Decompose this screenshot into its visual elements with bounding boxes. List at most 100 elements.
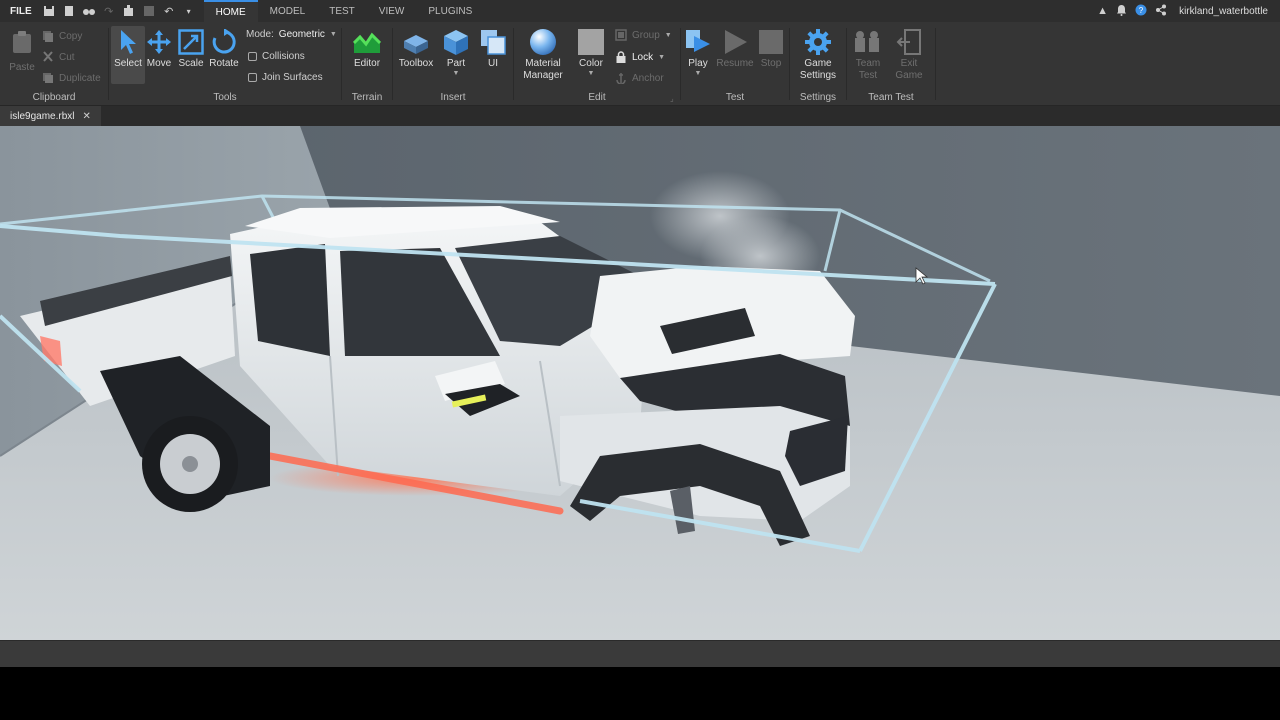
team-test-group-label: Team Test xyxy=(868,92,914,103)
chevron-down-icon[interactable]: ▼ xyxy=(453,70,460,77)
team-test-group: Team Test Exit Game Team Test xyxy=(847,22,935,106)
cut-button[interactable]: Cut xyxy=(42,51,75,63)
username[interactable]: kirkland_waterbottle xyxy=(1179,6,1268,17)
save-icon[interactable] xyxy=(42,4,56,18)
collisions-toggle[interactable]: Collisions xyxy=(248,51,305,62)
tab-plugins[interactable]: PLUGINS xyxy=(416,0,484,22)
test-group: Play ▼ Resume Stop Test xyxy=(681,22,789,106)
3d-viewport[interactable] xyxy=(0,126,1280,640)
exit-door-icon xyxy=(895,28,923,56)
cursor-arrow-icon xyxy=(114,28,142,56)
account-area: ▲ ? kirkland_waterbottle xyxy=(1097,4,1280,19)
share-icon[interactable] xyxy=(1155,4,1167,19)
scissors-icon xyxy=(43,51,53,62)
group-button[interactable]: Group ▼ xyxy=(615,29,672,41)
letterbox-bottom xyxy=(0,667,1280,720)
resume-button[interactable]: Resume xyxy=(715,28,755,70)
scale-icon xyxy=(177,28,205,56)
file-menu[interactable]: FILE xyxy=(0,6,42,17)
team-test-button[interactable]: Team Test xyxy=(848,28,888,82)
tab-view[interactable]: VIEW xyxy=(367,0,417,22)
chevron-down-icon: ▼ xyxy=(658,53,666,61)
svg-text:?: ? xyxy=(1139,6,1144,15)
join-surfaces-checkbox[interactable] xyxy=(248,73,257,82)
terrain-group: Editor Terrain xyxy=(342,22,392,106)
group-icon xyxy=(615,29,627,41)
paste-icon xyxy=(8,28,36,56)
new-file-icon[interactable] xyxy=(62,4,76,18)
tools-group-label: Tools xyxy=(213,92,237,103)
insert-group: Toolbox Part ▼ UI Insert xyxy=(393,22,513,106)
chevron-down-icon[interactable]: ▼ xyxy=(588,70,595,77)
rotate-tool-button[interactable]: Rotate xyxy=(204,28,244,70)
material-manager-button[interactable]: Material Manager xyxy=(523,28,563,82)
terrain-editor-button[interactable]: Editor xyxy=(347,28,387,70)
color-button[interactable]: Color ▼ xyxy=(571,28,611,77)
lock-button[interactable]: Lock ▼ xyxy=(615,51,665,63)
plugin-icon[interactable] xyxy=(122,4,136,18)
menu-bar: FILE ↷ ↶ ▾ HOME MODEL TEST VIEW PLUGINS … xyxy=(0,0,1280,22)
ui-icon xyxy=(479,28,507,56)
chevron-down-icon[interactable]: ▼ xyxy=(695,70,702,77)
resume-icon xyxy=(721,28,749,56)
paste-button[interactable]: Paste xyxy=(2,28,42,74)
tab-home[interactable]: HOME xyxy=(203,0,258,22)
toolbox-icon xyxy=(402,28,430,56)
mode-dropdown[interactable]: Mode: Geometric ▼ xyxy=(246,29,337,40)
ribbon: Paste Copy Cut Duplicate Clipboard Selec… xyxy=(0,22,1280,106)
gear-icon xyxy=(804,28,832,56)
play-button[interactable]: Play ▼ xyxy=(678,28,718,77)
notifications-icon[interactable] xyxy=(1116,4,1127,19)
ribbon-tabs: HOME MODEL TEST VIEW PLUGINS xyxy=(203,0,485,22)
play-icon xyxy=(684,28,712,56)
divider xyxy=(935,28,936,100)
binoculars-icon[interactable] xyxy=(82,4,96,18)
part-button[interactable]: Part ▼ xyxy=(436,28,476,77)
close-icon[interactable]: ✕ xyxy=(82,111,90,122)
quick-access-toolbar: ↷ ↶ ▾ xyxy=(42,4,196,18)
material-sphere-icon xyxy=(529,28,557,56)
clipboard-group-label: Clipboard xyxy=(32,92,76,103)
duplicate-icon xyxy=(43,73,53,83)
insert-group-label: Insert xyxy=(440,92,466,103)
settings-group-label: Settings xyxy=(799,92,837,103)
undo-icon[interactable]: ↶ xyxy=(162,4,176,18)
status-bar xyxy=(0,640,1280,667)
team-test-icon xyxy=(854,28,882,56)
collisions-checkbox[interactable] xyxy=(248,52,257,61)
clipboard-group: Paste Copy Cut Duplicate Clipboard xyxy=(0,22,108,106)
terrain-group-label: Terrain xyxy=(351,92,383,103)
copy-icon xyxy=(43,31,53,42)
document-tab[interactable]: isle9game.rbxl ✕ xyxy=(0,106,101,126)
chevron-down-icon: ▼ xyxy=(664,31,672,39)
part-cube-icon xyxy=(442,28,470,56)
document-tab-strip: isle9game.rbxl ✕ xyxy=(0,106,1280,126)
tools-group: Select Move Scale Rotate Mode: Geometric… xyxy=(109,22,341,106)
stop-icon xyxy=(757,28,785,56)
toolbox-button[interactable]: Toolbox xyxy=(396,28,436,70)
ui-button[interactable]: UI xyxy=(473,28,513,70)
settings-group: Game Settings Settings xyxy=(790,22,846,106)
anchor-icon xyxy=(616,73,626,84)
viewport-scene xyxy=(0,126,1280,640)
anchor-button[interactable]: Anchor xyxy=(615,72,664,84)
terrain-editor-icon xyxy=(353,28,381,56)
move-arrows-icon xyxy=(145,28,173,56)
document-tab-title: isle9game.rbxl xyxy=(10,110,75,122)
tab-model[interactable]: MODEL xyxy=(258,0,318,22)
stop-disabled-icon[interactable] xyxy=(142,4,156,18)
game-settings-button[interactable]: Game Settings xyxy=(798,28,838,82)
tab-test[interactable]: TEST xyxy=(317,0,367,22)
duplicate-button[interactable]: Duplicate xyxy=(42,72,101,84)
redo-disabled-icon[interactable]: ↷ xyxy=(102,4,116,18)
exit-game-button[interactable]: Exit Game xyxy=(889,28,929,82)
copy-button[interactable]: Copy xyxy=(42,30,82,42)
color-swatch-icon xyxy=(577,28,605,56)
join-surfaces-toggle[interactable]: Join Surfaces xyxy=(248,72,323,83)
edit-group: Material Manager Color ▼ Group ▼ Lock ▼ A… xyxy=(514,22,680,106)
collapse-ribbon-icon[interactable]: ▲ xyxy=(1097,5,1108,17)
help-icon[interactable]: ? xyxy=(1135,4,1147,19)
stop-button[interactable]: Stop xyxy=(751,28,791,70)
chevron-down-icon[interactable]: ▾ xyxy=(182,4,196,18)
rotate-icon xyxy=(210,28,238,56)
